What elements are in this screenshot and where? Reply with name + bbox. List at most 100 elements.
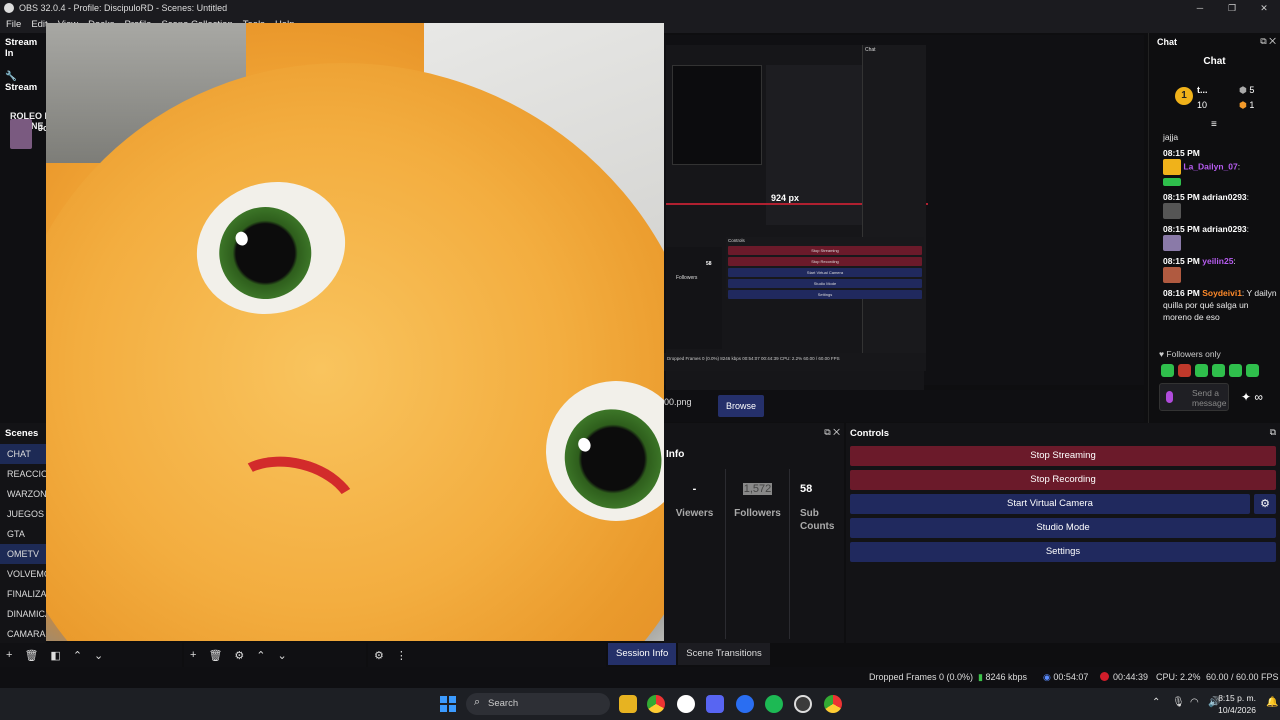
controls-dock: Controls ⧉ Stop Streaming Stop Recording…	[846, 423, 1280, 643]
start-virtual-camera-button[interactable]: Start Virtual Camera	[850, 494, 1250, 514]
preview-projector[interactable]	[46, 23, 664, 641]
rank-badge: 1	[1175, 87, 1193, 105]
chat-messages: jajja 08:15 PM La_Dailyn_07: 08:15 PM ad…	[1163, 131, 1277, 327]
stop-streaming-button[interactable]: Stop Streaming	[850, 446, 1276, 466]
filter-icon[interactable]: ◧	[50, 649, 60, 662]
windows-start-icon[interactable]	[440, 696, 456, 712]
nested-followers-label: Followers	[676, 275, 698, 281]
chat-action-icons[interactable]: ✦ ∞	[1241, 390, 1263, 404]
menu-file[interactable]: File	[6, 19, 21, 30]
taskbar-clock[interactable]: 8:15 p. m. 10/4/2026	[1218, 692, 1256, 716]
scene-item[interactable]: CHAT	[0, 444, 46, 464]
stop-recording-button[interactable]: Stop Recording	[850, 470, 1276, 490]
chevron-up-icon[interactable]: ⌃	[1152, 697, 1160, 708]
mic-icon[interactable]	[1166, 391, 1173, 403]
display-capture-preview: 924 px Chat Followers 58 Controls Stop S…	[664, 35, 1144, 405]
image-source-bar: 00.png Browse	[664, 390, 1144, 422]
chevron-up-icon[interactable]: ⌃	[73, 649, 82, 662]
controls-header: Controls	[850, 428, 890, 439]
badge-icon	[1163, 159, 1181, 175]
chevron-down-icon[interactable]: ⌄	[94, 649, 103, 662]
emote-icon	[1163, 267, 1181, 283]
send-message-input[interactable]: Send a message	[1159, 383, 1229, 411]
studio-mode-button[interactable]: Studio Mode	[850, 518, 1276, 538]
minimize-icon[interactable]: ─	[1184, 0, 1216, 16]
subs-stat: 58 Sub Counts	[800, 483, 835, 532]
close-icon[interactable]: ✕	[1248, 0, 1280, 16]
gear-icon[interactable]: ⚙	[234, 649, 244, 662]
dock-float-close-icons[interactable]: ⧉ ✕	[1260, 36, 1276, 47]
stream-info-sub: 🔧Stream	[5, 71, 38, 93]
nested-button: Studio Mode	[728, 279, 922, 288]
nested-chat-title: Chat	[865, 47, 876, 53]
trash-icon[interactable]: 🗑	[208, 649, 222, 662]
taskbar-search[interactable]: ⌕ Search	[466, 693, 610, 715]
chrome-profile-icon[interactable]	[824, 695, 842, 713]
more-icon[interactable]: ⋮	[396, 649, 407, 662]
notification-icon[interactable]: 🔔	[1266, 697, 1278, 708]
browse-button[interactable]: Browse	[718, 395, 764, 417]
title-bar: OBS 32.0.4 - Profile: DiscipuloRD - Scen…	[0, 0, 1280, 16]
add-icon[interactable]: +	[190, 649, 196, 661]
plush-mouth	[210, 442, 372, 574]
tab-scene-transitions[interactable]: Scene Transitions	[678, 643, 770, 665]
obs-logo-icon	[4, 3, 14, 13]
advanced-audio-icon[interactable]: ⚙	[374, 649, 384, 662]
scene-item[interactable]: OMETV	[0, 544, 46, 564]
chatgpt-icon[interactable]	[677, 695, 695, 713]
scene-item[interactable]: REACCION	[0, 464, 46, 484]
signal-icon: ▮	[978, 672, 983, 682]
virtual-camera-settings-gear-icon[interactable]: ⚙	[1254, 494, 1276, 514]
info-header: Info	[666, 449, 685, 460]
scenes-header: Scenes	[5, 428, 39, 439]
viewers-stat: - Viewers	[664, 469, 726, 639]
chat-dock: Chat ⧉ ✕ Chat 1 t... 10 ⬢ 5 ⬢ 1 ≡ jajja …	[1148, 33, 1280, 423]
settings-button[interactable]: Settings	[850, 542, 1276, 562]
record-time: 00:44:39	[1100, 672, 1148, 682]
emote-icon	[1229, 364, 1242, 377]
nested-button: Start Virtual Camera	[728, 268, 922, 277]
scene-item[interactable]: FINALIZA	[0, 584, 46, 604]
app-icon[interactable]	[736, 695, 754, 713]
dock-float-close-icons[interactable]: ⧉ ✕	[824, 427, 840, 438]
add-icon[interactable]: +	[6, 649, 12, 661]
image-filename: 00.png	[664, 397, 692, 407]
chevron-down-icon[interactable]: ⌄	[278, 649, 287, 662]
stream-info-header: Stream In	[5, 37, 38, 59]
tab-session-info[interactable]: Session Info	[608, 643, 677, 665]
scene-item[interactable]: VOLVEMO	[0, 564, 46, 584]
dock-float-icon[interactable]: ⧉	[1270, 427, 1276, 438]
scene-item[interactable]: GTA	[0, 524, 46, 544]
emote-icon	[1212, 364, 1225, 377]
scene-item[interactable]: JUEGOS D	[0, 504, 46, 524]
gem-icon: ⬢	[1239, 85, 1247, 95]
chat-message: jajja	[1163, 132, 1179, 142]
chat-stat: t...	[1197, 85, 1208, 95]
maximize-icon[interactable]: ❐	[1216, 0, 1248, 16]
emote-picker-row[interactable]	[1161, 364, 1259, 377]
file-explorer-icon[interactable]	[619, 695, 637, 713]
microphone-icon[interactable]: 🎙	[1172, 697, 1185, 708]
wifi-icon[interactable]: ◠	[1190, 697, 1199, 708]
right-eye	[522, 357, 664, 545]
emote-icon	[1195, 364, 1208, 377]
emote-icon	[1163, 203, 1181, 219]
chrome-icon[interactable]	[647, 695, 665, 713]
chat-subtitle: Chat	[1203, 56, 1226, 67]
obs-taskbar-icon[interactable]	[794, 695, 812, 713]
discord-icon[interactable]	[706, 695, 724, 713]
scene-item[interactable]: DINAMICA	[0, 604, 46, 624]
menu-icon[interactable]: ≡	[1211, 119, 1217, 130]
chevron-up-icon[interactable]: ⌃	[256, 649, 265, 662]
chat-stat: ⬢ 5	[1239, 85, 1255, 95]
spotify-icon[interactable]	[765, 695, 783, 713]
scene-item[interactable]: CAMARA	[0, 624, 46, 644]
mixer-toolbar: ⚙ ⋮	[368, 643, 606, 667]
status-bar: Dropped Frames 0 (0.0%) ▮ 8246 kbps ◉ 00…	[0, 667, 1280, 688]
info-dock: ⧉ ✕ Info - Viewers 1,572 Followers 58 Su…	[664, 423, 844, 643]
scene-item[interactable]: WARZONE	[0, 484, 46, 504]
emote-icon	[1163, 235, 1181, 251]
emote-icon	[1163, 177, 1181, 186]
trash-icon[interactable]: 🗑	[24, 649, 38, 662]
record-icon	[1100, 672, 1109, 681]
